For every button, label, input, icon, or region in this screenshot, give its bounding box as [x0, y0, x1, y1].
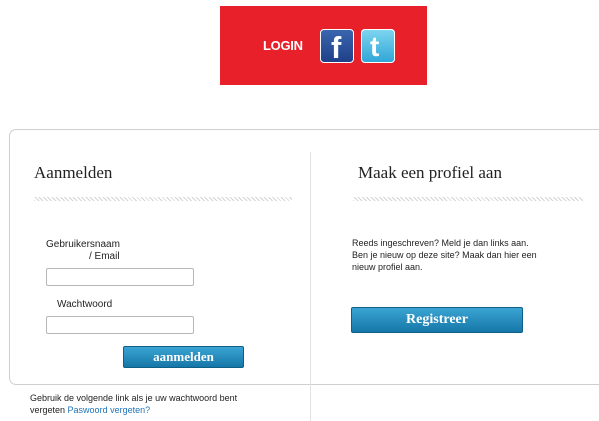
register-text-line3: nieuw profiel aan. — [352, 262, 423, 272]
forgot-password-link[interactable]: Paswoord vergeten? — [68, 405, 151, 415]
login-heading: Aanmelden — [34, 163, 113, 182]
twitter-icon[interactable]: t — [361, 29, 395, 63]
facebook-glyph: f — [331, 30, 342, 64]
register-heading: Maak een profiel aan — [358, 163, 502, 182]
forgot-text-line1: Gebruik de volgende link als je uw wacht… — [30, 393, 238, 403]
password-label: Wachtwoord — [57, 299, 113, 310]
twitter-glyph: t — [370, 31, 380, 62]
username-input[interactable] — [46, 268, 194, 286]
register-text-line1: Reeds ingeschreven? Meld je dan links aa… — [352, 238, 529, 248]
social-login-banner: LOGIN f t — [220, 6, 427, 85]
forgot-text-line2: vergeten Paswoord vergeten? — [30, 405, 150, 416]
login-heading-underline — [34, 197, 292, 201]
panel-divider — [310, 152, 311, 421]
forgot-text-prefix: vergeten — [30, 405, 66, 415]
facebook-icon[interactable]: f — [320, 29, 354, 63]
username-label-email: / Email — [89, 251, 120, 262]
password-input[interactable] — [46, 316, 194, 334]
register-heading-underline — [353, 197, 583, 201]
register-text-line2: Ben je nieuw op deze site? Maak dan hier… — [352, 250, 537, 260]
login-label: LOGIN — [263, 38, 303, 53]
aanmelden-button[interactable]: aanmelden — [123, 346, 244, 368]
username-label: Gebruikersnaam — [46, 239, 120, 250]
registreer-button[interactable]: Registreer — [351, 307, 523, 333]
